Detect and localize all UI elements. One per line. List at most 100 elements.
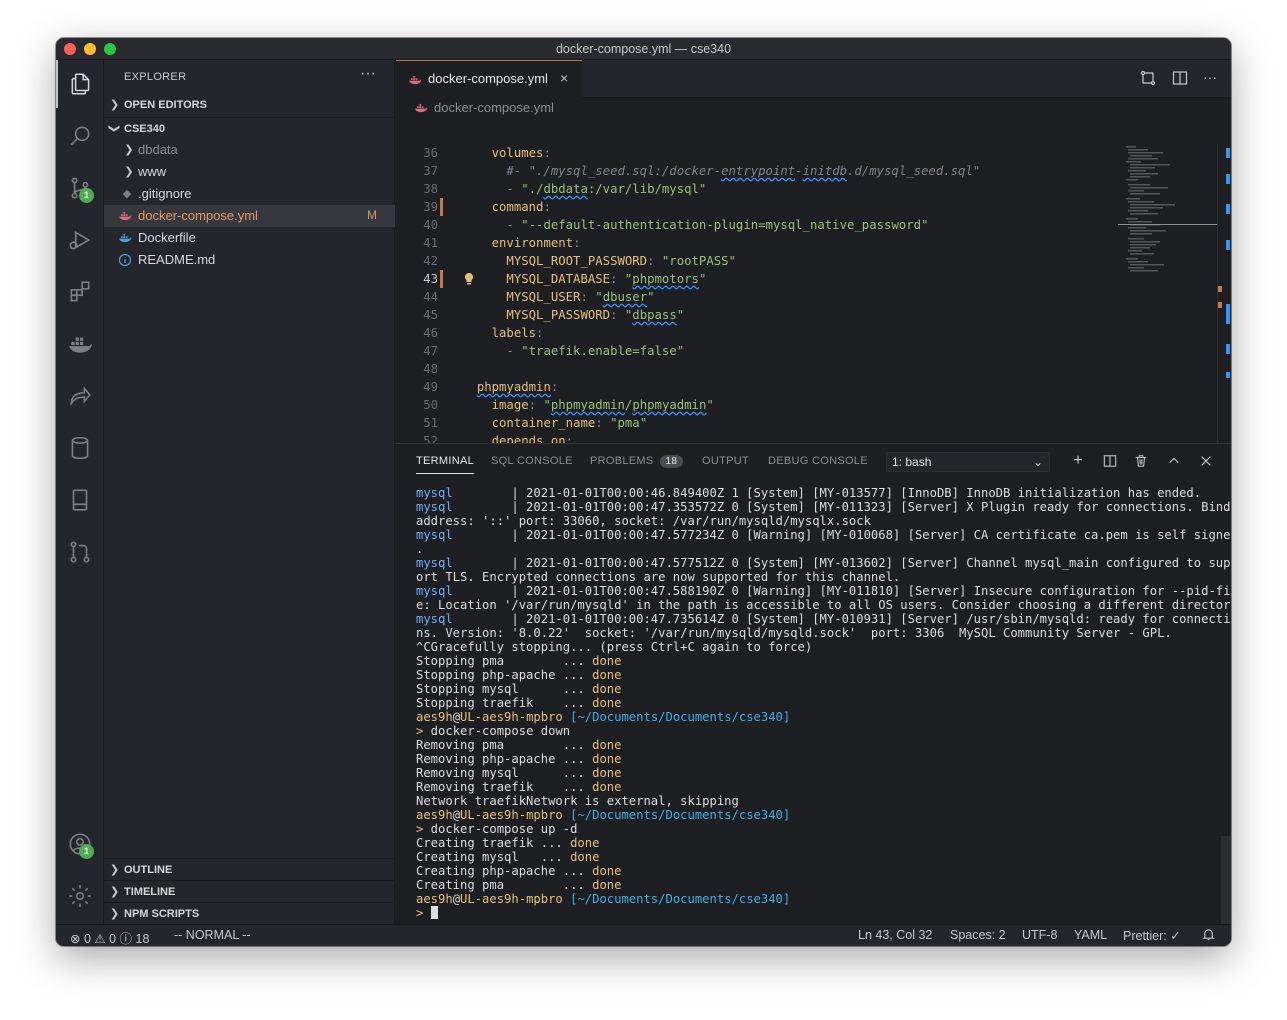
terminal-line: mysql | 2021-01-01T00:00:47.353572Z 0 [S… bbox=[416, 500, 1231, 514]
more-actions-icon[interactable]: ··· bbox=[1203, 69, 1221, 87]
outline-section[interactable]: ❯ OUTLINE bbox=[104, 858, 395, 880]
line-number: 48 bbox=[423, 362, 438, 376]
tab-terminal[interactable]: TERMINAL bbox=[416, 455, 475, 474]
accounts-badge: 1 bbox=[79, 844, 94, 859]
tree-item-label: README.md bbox=[138, 252, 216, 267]
line-number: 47 bbox=[423, 344, 438, 358]
tree-item-readme[interactable]: README.md bbox=[104, 249, 395, 271]
maximize-panel-icon[interactable] bbox=[1164, 451, 1184, 471]
tab-sql-console[interactable]: SQL CONSOLE bbox=[491, 455, 573, 467]
terminal-input-line[interactable]: > bbox=[416, 906, 438, 920]
search-icon[interactable] bbox=[56, 112, 104, 160]
activity-bar: 1 1 bbox=[56, 60, 104, 924]
accounts-icon[interactable]: 1 bbox=[56, 820, 104, 868]
code-line: MYSQL_USER: "dbuser" bbox=[506, 290, 655, 304]
indentation[interactable]: Spaces: 2 bbox=[950, 928, 1006, 942]
tab-debug-console[interactable]: DEBUG CONSOLE bbox=[768, 455, 868, 467]
tree-item-label: Dockerfile bbox=[138, 230, 196, 245]
settings-gear-icon[interactable] bbox=[56, 872, 104, 920]
editor-actions: ··· bbox=[1139, 69, 1221, 87]
warning-count: 0 bbox=[109, 932, 117, 946]
tab-problems-label: PROBLEMS bbox=[590, 455, 654, 467]
vscode-window: docker-compose.yml — cse340 1 1 EXPLORER… bbox=[56, 38, 1231, 946]
tree-item-gitignore[interactable]: ◆ .gitignore bbox=[104, 183, 395, 205]
terminal-line: Stopping pma ... done bbox=[416, 654, 622, 668]
window-title: docker-compose.yml — cse340 bbox=[555, 42, 732, 56]
error-count: 0 bbox=[83, 932, 91, 946]
explorer-sidebar: EXPLORER ··· ❯ OPEN EDITORS ❯ CSE340 ❯ d… bbox=[104, 60, 395, 924]
bell-icon[interactable] bbox=[1202, 928, 1215, 944]
tree-item-www[interactable]: ❯ www bbox=[104, 161, 395, 183]
code-line: MYSQL_ROOT_PASSWORD: "rootPASS" bbox=[506, 254, 736, 268]
source-control-badge: 1 bbox=[79, 188, 94, 203]
more-actions-icon[interactable]: ··· bbox=[360, 65, 376, 83]
terminal-output[interactable]: mysql | 2021-01-01T00:00:46.849400Z 1 [S… bbox=[416, 486, 1231, 924]
code-line: image: "phpmyadmin/phpmyadmin" bbox=[491, 398, 714, 412]
status-bar: ⊗ 0 ⚠ 0 ⓘ 18 -- NORMAL -- Ln 43, Col 32 … bbox=[56, 924, 1231, 946]
tab-problems[interactable]: PROBLEMS 18 bbox=[590, 455, 684, 468]
timeline-section[interactable]: ❯ TIMELINE bbox=[104, 880, 395, 902]
explorer-title: EXPLORER bbox=[124, 71, 187, 83]
project-label: CSE340 bbox=[124, 122, 165, 135]
explorer-icon[interactable] bbox=[56, 60, 104, 108]
code-line: MYSQL_PASSWORD: "dbpass" bbox=[506, 308, 685, 322]
tab-output[interactable]: OUTPUT bbox=[702, 455, 749, 467]
line-number: 40 bbox=[423, 218, 438, 232]
editor-scrollbar[interactable] bbox=[1217, 144, 1231, 443]
tree-item-dockerfile[interactable]: Dockerfile bbox=[104, 227, 395, 249]
modified-gutter-mark bbox=[440, 270, 443, 288]
tree-item-label: docker-compose.yml bbox=[138, 208, 258, 223]
terminal-line: Creating traefik ... done bbox=[416, 836, 600, 850]
code-line: command: bbox=[491, 200, 551, 214]
terminal-prompt: aes9h@UL-aes9h-mpbro [~/Documents/Docume… bbox=[416, 808, 791, 822]
bottom-panel: TERMINAL SQL CONSOLE PROBLEMS 18 OUTPUT D… bbox=[396, 443, 1231, 924]
info-icon bbox=[118, 253, 132, 267]
terminal-line: mysql | 2021-01-01T00:00:47.735614Z 0 [S… bbox=[416, 612, 1231, 626]
split-editor-icon[interactable] bbox=[1171, 69, 1189, 87]
close-icon[interactable]: × bbox=[560, 70, 568, 86]
line-number: 41 bbox=[423, 236, 438, 250]
terminal-scrollbar[interactable] bbox=[1221, 836, 1231, 924]
terminal-line: mysql | 2021-01-01T00:00:46.849400Z 1 [S… bbox=[416, 486, 1202, 500]
prettier-status[interactable]: Prettier: ✓ bbox=[1123, 928, 1181, 943]
info-count: 18 bbox=[135, 932, 150, 946]
open-editors-section[interactable]: ❯ OPEN EDITORS bbox=[104, 94, 395, 116]
minimap[interactable] bbox=[1118, 144, 1218, 443]
close-panel-icon[interactable] bbox=[1196, 451, 1216, 471]
panel-actions: + bbox=[1068, 451, 1218, 473]
cursor-position[interactable]: Ln 43, Col 32 bbox=[858, 928, 932, 942]
tab-docker-compose[interactable]: docker-compose.yml × bbox=[396, 60, 582, 98]
terminal-line: e: Location '/var/run/mysqld' in the pat… bbox=[416, 598, 1231, 612]
chevron-right-icon: ❯ bbox=[110, 99, 120, 111]
docker-icon[interactable] bbox=[56, 320, 104, 368]
code-line: depends_on: bbox=[491, 434, 574, 443]
tree-item-dbdata[interactable]: ❯ dbdata bbox=[104, 139, 395, 161]
encoding[interactable]: UTF-8 bbox=[1022, 928, 1057, 942]
live-share-icon[interactable] bbox=[56, 372, 104, 420]
line-number: 46 bbox=[423, 326, 438, 340]
terminal-line: Creating mysql ... done bbox=[416, 850, 600, 864]
tree-item-label: www bbox=[138, 164, 167, 179]
npm-scripts-section[interactable]: ❯ NPM SCRIPTS bbox=[104, 902, 395, 924]
open-changes-icon[interactable] bbox=[1139, 69, 1157, 87]
docker-icon bbox=[118, 209, 132, 223]
pull-request-icon[interactable] bbox=[56, 528, 104, 576]
line-number: 45 bbox=[423, 308, 438, 322]
run-debug-icon[interactable] bbox=[56, 216, 104, 264]
split-terminal-icon[interactable] bbox=[1100, 451, 1120, 471]
database-icon[interactable] bbox=[56, 424, 104, 472]
language-mode[interactable]: YAML bbox=[1074, 928, 1107, 942]
source-control-icon[interactable]: 1 bbox=[56, 164, 104, 212]
tree-item-docker-compose[interactable]: docker-compose.yml M bbox=[104, 205, 395, 227]
terminal-select[interactable]: 1: bash ⌄ bbox=[886, 452, 1050, 472]
new-terminal-icon[interactable]: + bbox=[1068, 451, 1088, 471]
project-section[interactable]: ❯ CSE340 bbox=[104, 117, 395, 139]
terminal-line: ^CGracefully stopping... (press Ctrl+C a… bbox=[416, 640, 813, 654]
code-editor[interactable]: 36 volumes: 37 #- "./mysql_seed.sql:/doc… bbox=[396, 144, 1116, 443]
trash-icon[interactable] bbox=[1131, 451, 1151, 471]
book-icon[interactable] bbox=[56, 476, 104, 524]
problems-status[interactable]: ⊗ 0 ⚠ 0 ⓘ 18 bbox=[70, 928, 149, 946]
code-line: MYSQL_DATABASE: "phpmotors" bbox=[506, 272, 707, 286]
extensions-icon[interactable] bbox=[56, 268, 104, 316]
terminal-line: Network traefikNetwork is external, skip… bbox=[416, 794, 739, 808]
